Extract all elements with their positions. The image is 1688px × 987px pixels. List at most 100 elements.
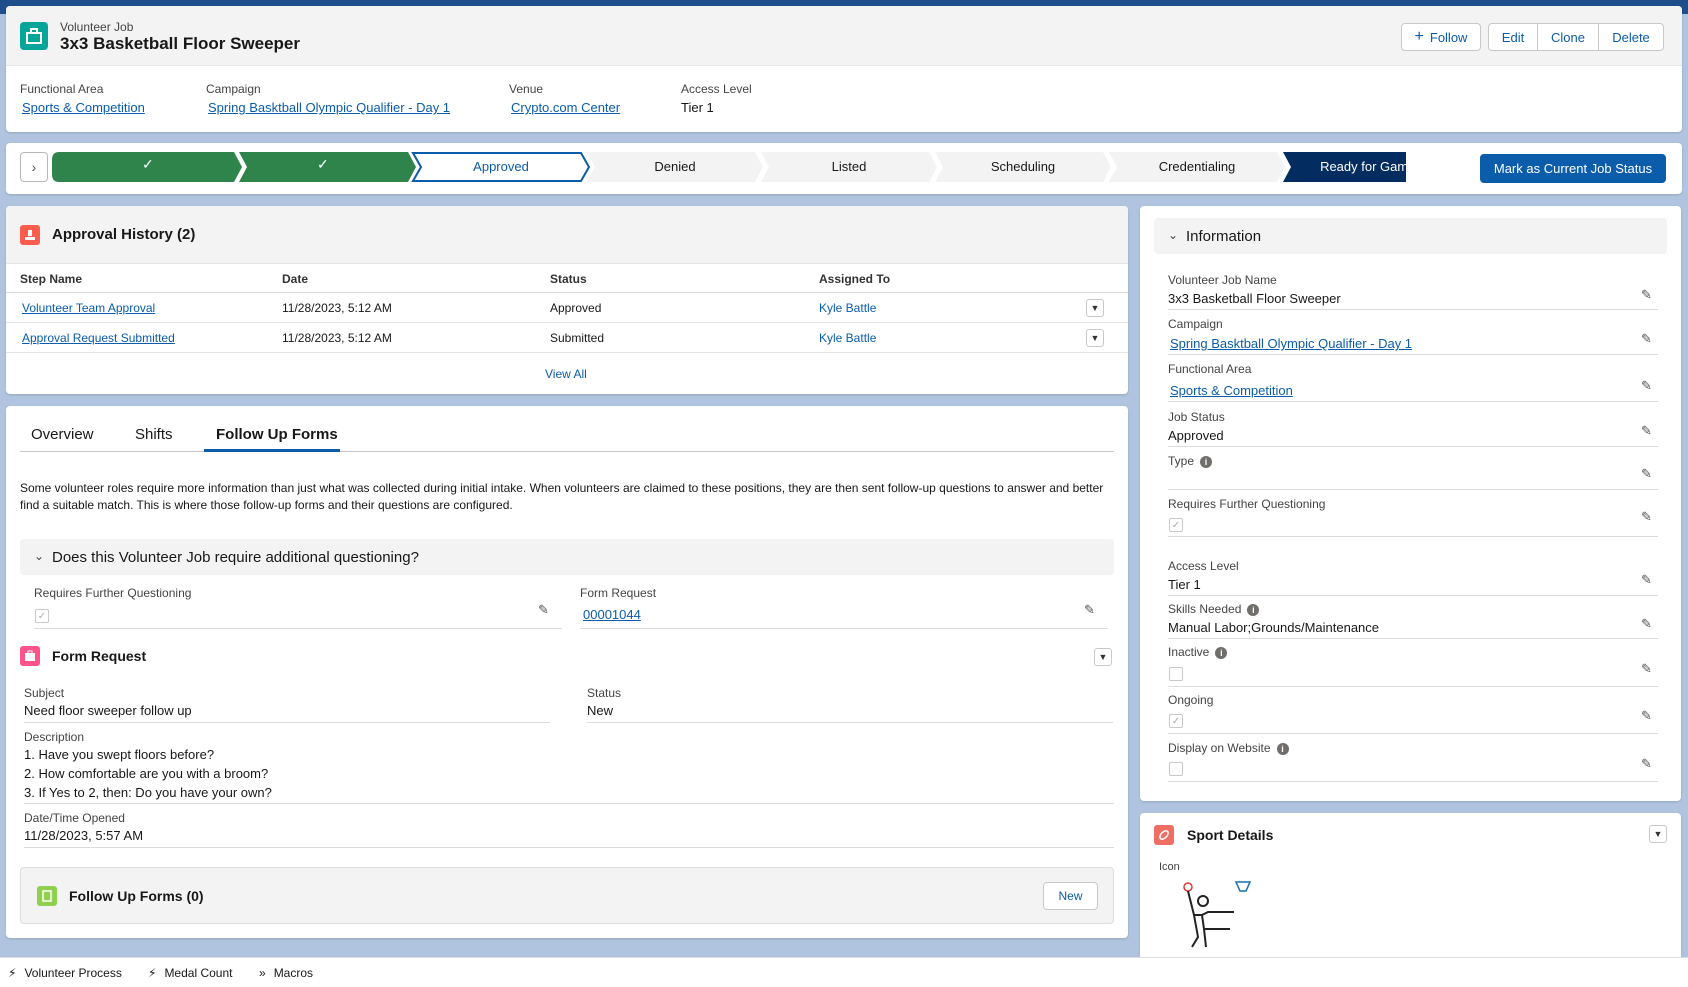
path-label-approved[interactable]: Approved [416, 151, 586, 181]
edit-pencil-icon[interactable]: ✎ [1641, 423, 1652, 439]
information-card: ⌄ Information Volunteer Job Name 3x3 Bas… [1140, 206, 1681, 801]
edit-pencil-icon[interactable]: ✎ [1641, 378, 1652, 394]
follow-up-description: Some volunteer roles require more inform… [20, 481, 1104, 512]
path-label-ready[interactable]: Ready for Games [1286, 151, 1456, 181]
subject-value: Need floor sweeper follow up [24, 703, 192, 718]
utility-label: Medal Count [164, 966, 233, 980]
tab-follow-up-forms[interactable]: Follow Up Forms [216, 426, 338, 443]
clone-button[interactable]: Clone [1537, 23, 1599, 51]
follow-button[interactable]: + Follow [1401, 23, 1481, 51]
tab-shifts[interactable]: Shifts [135, 426, 173, 443]
edit-pencil-icon[interactable]: ✎ [1641, 708, 1652, 724]
info-icon[interactable]: i [1247, 603, 1260, 616]
sport-details-card: Sport Details ▼ Icon [1140, 813, 1681, 963]
edit-pencil-icon[interactable]: ✎ [1641, 331, 1652, 347]
section-title: Does this Volunteer Job require addition… [52, 549, 419, 566]
access-level-label: Access Level [1168, 559, 1239, 573]
field-divider [1168, 638, 1658, 639]
highlight-campaign: Campaign Spring Basktball Olympic Qualif… [206, 82, 450, 115]
edit-pencil-icon[interactable]: ✎ [538, 602, 549, 618]
field-divider [1168, 309, 1658, 310]
row-menu-dropdown[interactable]: ▼ [1086, 299, 1104, 317]
double-chevron-icon: » [259, 966, 266, 980]
tab-divider [20, 451, 1114, 452]
field-divider [34, 628, 562, 629]
view-all-link[interactable]: View All [545, 367, 587, 381]
edit-pencil-icon[interactable]: ✎ [1641, 509, 1652, 525]
info-icon[interactable]: i [1200, 455, 1213, 468]
edit-pencil-icon[interactable]: ✎ [1084, 602, 1095, 618]
mark-current-status-button[interactable]: Mark as Current Job Status [1480, 154, 1666, 183]
step-name-link[interactable]: Volunteer Team Approval [22, 301, 155, 315]
assigned-to-link[interactable]: Kyle Battle [819, 331, 876, 345]
edit-pencil-icon[interactable]: ✎ [1641, 661, 1652, 677]
questioning-section-header[interactable]: ⌄ Does this Volunteer Job require additi… [20, 539, 1114, 575]
field-divider [587, 722, 1113, 723]
info-icon[interactable]: i [1215, 646, 1228, 659]
info-icon[interactable]: i [1276, 742, 1289, 755]
campaign-link[interactable]: Spring Basktball Olympic Qualifier - Day… [208, 100, 450, 115]
row-menu-dropdown[interactable]: ▼ [1086, 329, 1104, 347]
sport-details-menu-dropdown[interactable]: ▼ [1649, 825, 1667, 843]
approval-title: Approval History (2) [52, 226, 196, 243]
field-divider [24, 803, 1114, 804]
job-name-label: Volunteer Job Name [1168, 273, 1277, 287]
approval-icon [20, 225, 40, 245]
form-request-menu-dropdown[interactable]: ▼ [1094, 648, 1112, 666]
form-request-link[interactable]: 00001044 [583, 607, 641, 622]
table-row: Volunteer Team Approval 11/28/2023, 5:12… [6, 293, 1128, 323]
field-divider [1168, 354, 1658, 355]
utility-item-volunteer-process[interactable]: ⚡︎ Volunteer Process [8, 966, 122, 980]
information-section-header[interactable]: ⌄ Information [1154, 218, 1667, 254]
col-step-name: Step Name [20, 272, 83, 286]
utility-item-medal-count[interactable]: ⚡︎ Medal Count [148, 966, 232, 980]
new-button[interactable]: New [1043, 882, 1098, 910]
venue-link[interactable]: Crypto.com Center [511, 100, 620, 115]
path-label-denied[interactable]: Denied [590, 151, 760, 181]
inactive-label-text: Inactive [1168, 645, 1210, 659]
check-icon: ✓ [142, 156, 154, 172]
follow-up-forms-title: Follow Up Forms (0) [69, 888, 204, 904]
req-further-label: Requires Further Questioning [34, 586, 192, 600]
description-line: 2. How comfortable are you with a broom? [24, 766, 269, 781]
campaign-link[interactable]: Spring Basktball Olympic Qualifier - Day… [1170, 336, 1412, 351]
tab-overview[interactable]: Overview [31, 426, 94, 443]
volunteer-job-icon [20, 22, 48, 50]
edit-pencil-icon[interactable]: ✎ [1641, 572, 1652, 588]
edit-pencil-icon[interactable]: ✎ [1641, 756, 1652, 772]
functional-area-link[interactable]: Sports & Competition [1170, 383, 1293, 398]
chevron-down-icon: ⌄ [34, 549, 45, 563]
step-name-link[interactable]: Approval Request Submitted [22, 331, 175, 345]
path-label-listed[interactable]: Listed [764, 151, 934, 181]
edit-pencil-icon[interactable]: ✎ [1641, 616, 1652, 632]
highlight-label: Campaign [206, 82, 261, 96]
field-divider [1168, 595, 1658, 596]
utility-item-macros[interactable]: » Macros [259, 966, 313, 980]
highlight-access-level: Access Level Tier 1 [681, 82, 752, 115]
edit-button[interactable]: Edit [1488, 23, 1538, 51]
active-tab-indicator [204, 449, 340, 452]
icon-label: Icon [1159, 861, 1180, 873]
table-row: Approval Request Submitted 11/28/2023, 5… [6, 323, 1128, 353]
row-date: 11/28/2023, 5:12 AM [282, 301, 392, 315]
path-label-scheduling[interactable]: Scheduling [938, 151, 1108, 181]
sport-icon [1154, 825, 1174, 845]
lightning-icon: ⚡︎ [8, 966, 17, 980]
access-level-value: Tier 1 [1168, 577, 1201, 592]
field-divider [1168, 446, 1658, 447]
rfq-checkbox: ✓ [1169, 518, 1183, 532]
functional-area-link[interactable]: Sports & Competition [22, 100, 145, 115]
subject-label: Subject [24, 686, 65, 700]
form-request-title: Form Request [52, 648, 147, 664]
delete-button[interactable]: Delete [1598, 23, 1664, 51]
edit-pencil-icon[interactable]: ✎ [1641, 466, 1652, 482]
information-title: Information [1186, 228, 1262, 245]
path-bar: › ✓ ✓ Approved Denied Listed Scheduling … [6, 143, 1682, 194]
path-label-credentialing[interactable]: Credentialing [1112, 151, 1282, 181]
access-level-value: Tier 1 [681, 100, 714, 115]
plus-icon: + [1414, 28, 1424, 45]
rfq-label: Requires Further Questioning [1168, 497, 1326, 511]
object-type-label: Volunteer Job [60, 20, 134, 34]
assigned-to-link[interactable]: Kyle Battle [819, 301, 876, 315]
edit-pencil-icon[interactable]: ✎ [1641, 287, 1652, 303]
